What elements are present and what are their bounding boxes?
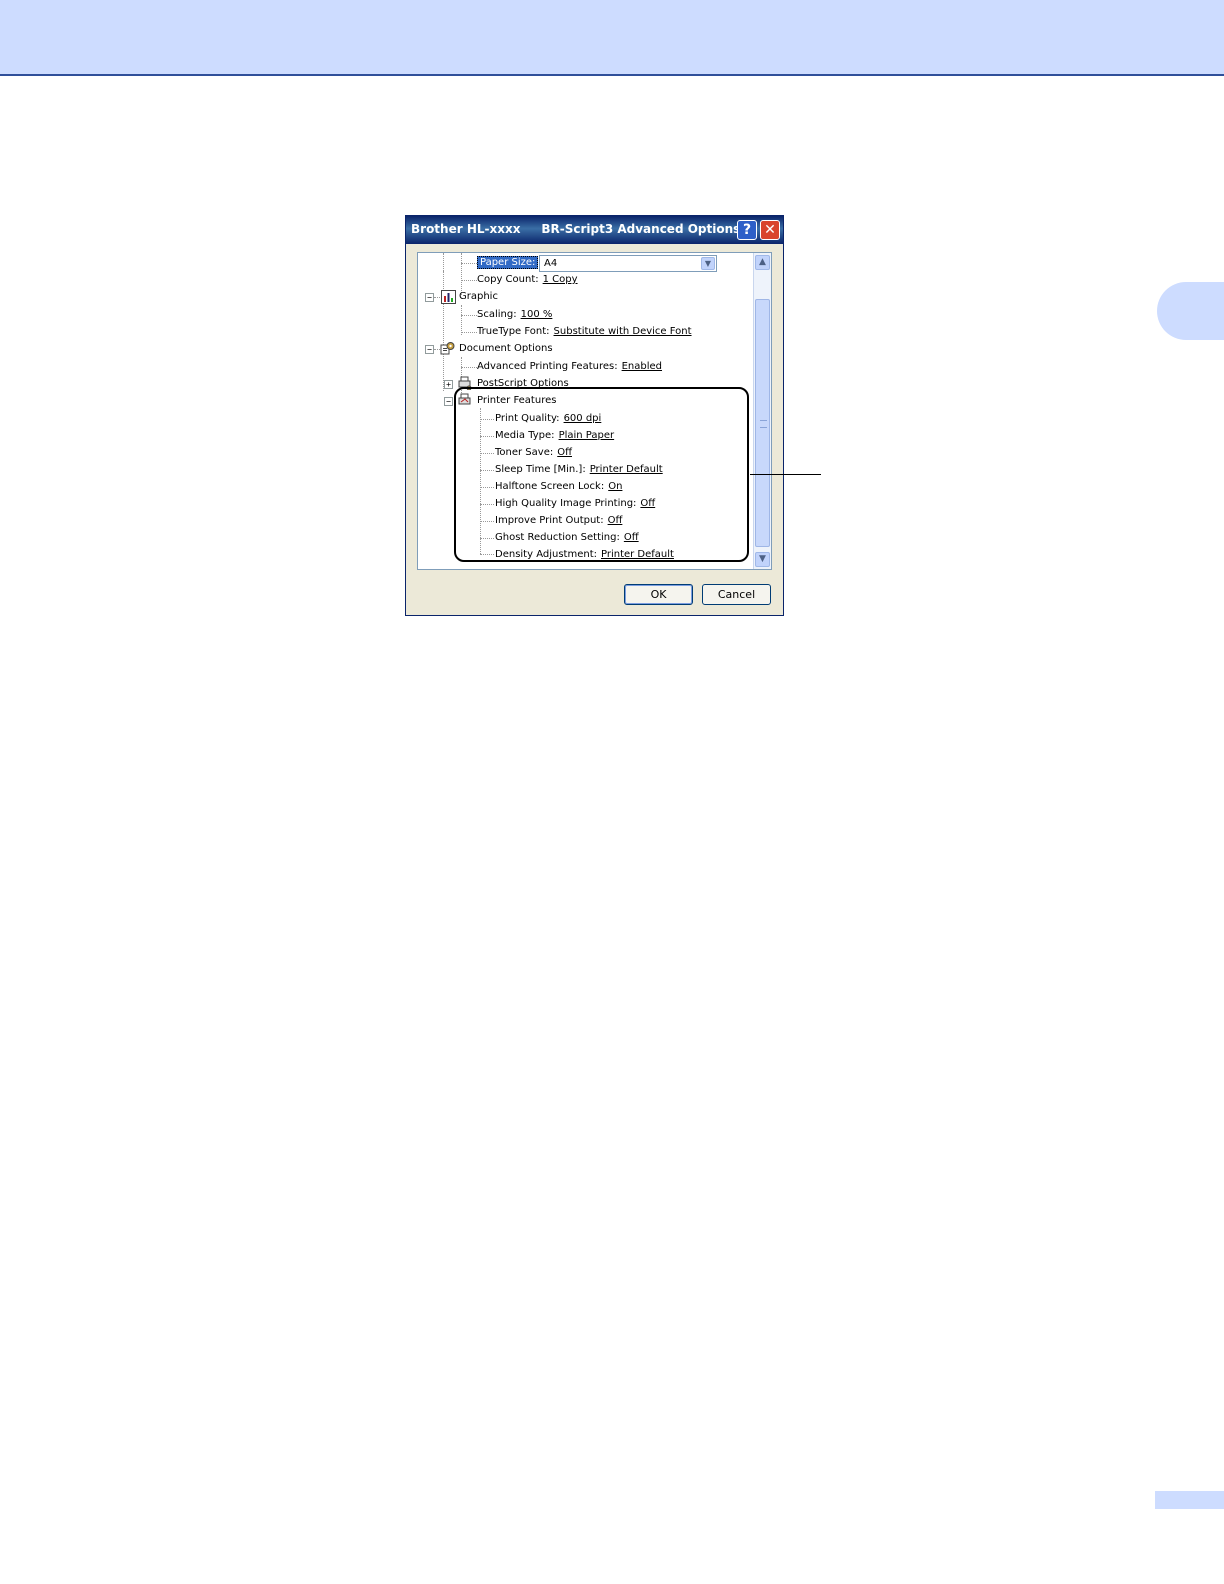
- help-button[interactable]: ?: [737, 220, 757, 240]
- feature-item-print-quality[interactable]: Print Quality: 600 dpi: [495, 410, 601, 427]
- tree-line: [480, 470, 494, 471]
- document-options-label: Document Options: [459, 343, 553, 354]
- paper-size-label[interactable]: Paper Size:: [477, 256, 539, 269]
- graphic-icon: [441, 290, 456, 304]
- chevron-down-icon[interactable]: ▼: [701, 257, 715, 270]
- close-button[interactable]: ✕: [760, 220, 780, 240]
- tree-line: [461, 305, 462, 335]
- postscript-label: PostScript Options: [477, 378, 569, 389]
- feature-label: Sleep Time [Min.]:: [495, 464, 586, 475]
- feature-item-improve-print-output[interactable]: Improve Print Output: Off: [495, 512, 622, 529]
- copy-count-value[interactable]: 1 Copy: [543, 274, 578, 285]
- feature-label: High Quality Image Printing:: [495, 498, 637, 509]
- expand-postscript-toggle[interactable]: +: [444, 380, 453, 389]
- tree-item-postscript-options[interactable]: PostScript Options: [477, 375, 569, 392]
- tree-line: [461, 280, 477, 281]
- feature-value[interactable]: 600 dpi: [564, 413, 602, 424]
- tree-line: [434, 297, 440, 298]
- feature-label: Density Adjustment:: [495, 549, 597, 560]
- postscript-options-icon: [458, 376, 472, 390]
- collapse-graphic-toggle[interactable]: −: [425, 293, 434, 302]
- tree-line: [443, 271, 444, 391]
- chapter-tab: [1157, 282, 1224, 340]
- advanced-options-dialog: Brother HL-xxxx BR-Script3 Advanced Opti…: [405, 215, 784, 616]
- page-number-tab: [1155, 1491, 1224, 1509]
- feature-value[interactable]: Printer Default: [601, 549, 674, 560]
- feature-item-sleep-time[interactable]: Sleep Time [Min.]: Printer Default: [495, 461, 663, 478]
- tree-line: [480, 487, 494, 488]
- feature-value[interactable]: Off: [640, 498, 655, 509]
- tree-line: [443, 253, 444, 271]
- feature-item-high-quality-image[interactable]: High Quality Image Printing: Off: [495, 495, 655, 512]
- collapse-document-options-toggle[interactable]: −: [425, 345, 434, 354]
- collapse-printer-features-toggle[interactable]: −: [444, 397, 453, 406]
- graphic-label: Graphic: [459, 291, 498, 302]
- tree-line: [480, 408, 481, 554]
- callout-leader-line: [750, 474, 821, 475]
- tree-line: [480, 436, 494, 437]
- tree-item-copy-count[interactable]: Copy Count: 1 Copy: [477, 271, 578, 288]
- options-tree[interactable]: Paper Size: A4 ▼ Copy Count: 1 Copy − Gra…: [417, 252, 772, 570]
- dialog-title: Brother HL-xxxx BR-Script3 Advanced Opti…: [411, 222, 741, 236]
- grip-icon: [760, 420, 767, 428]
- page-header-band: [0, 0, 1224, 76]
- ok-button[interactable]: OK: [624, 584, 693, 605]
- scroll-down-icon[interactable]: ▼: [755, 552, 770, 567]
- tree-line: [480, 419, 494, 420]
- feature-label: Toner Save:: [495, 447, 554, 458]
- tree-item-graphic[interactable]: Graphic: [459, 288, 498, 305]
- truetype-label: TrueType Font:: [477, 326, 550, 337]
- feature-item-halftone-screen-lock[interactable]: Halftone Screen Lock: On: [495, 478, 622, 495]
- tree-line: [461, 367, 477, 368]
- printer-features-icon: [458, 393, 471, 405]
- scrollbar-thumb[interactable]: [755, 299, 770, 547]
- tree-item-scaling[interactable]: Scaling: 100 %: [477, 306, 552, 323]
- tree-line: [480, 504, 494, 505]
- tree-item-truetype-font[interactable]: TrueType Font: Substitute with Device Fon…: [477, 323, 692, 340]
- truetype-value[interactable]: Substitute with Device Font: [554, 326, 692, 337]
- document-options-icon: [440, 342, 455, 355]
- tree-line: [480, 538, 494, 539]
- tree-line: [480, 521, 494, 522]
- vertical-scrollbar[interactable]: ▲ ▼: [753, 253, 771, 569]
- feature-value[interactable]: Plain Paper: [559, 430, 615, 441]
- feature-item-ghost-reduction[interactable]: Ghost Reduction Setting: Off: [495, 529, 639, 546]
- feature-label: Improve Print Output:: [495, 515, 604, 526]
- advanced-printing-label: Advanced Printing Features:: [477, 361, 618, 372]
- feature-value[interactable]: Printer Default: [590, 464, 663, 475]
- paper-size-value: A4: [544, 258, 558, 269]
- scaling-value[interactable]: 100 %: [521, 309, 553, 320]
- advanced-printing-value[interactable]: Enabled: [622, 361, 662, 372]
- tree-item-document-options[interactable]: Document Options: [459, 340, 553, 357]
- printer-features-label: Printer Features: [477, 395, 557, 406]
- feature-label: Media Type:: [495, 430, 555, 441]
- copy-count-label: Copy Count:: [477, 274, 539, 285]
- title-bar: Brother HL-xxxx BR-Script3 Advanced Opti…: [406, 216, 783, 244]
- paper-size-select[interactable]: A4 ▼: [539, 255, 717, 272]
- feature-label: Halftone Screen Lock:: [495, 481, 605, 492]
- tree-line: [461, 263, 477, 264]
- scaling-label: Scaling:: [477, 309, 517, 320]
- feature-value[interactable]: Off: [557, 447, 572, 458]
- tree-item-paper-size[interactable]: Paper Size:: [477, 254, 539, 271]
- feature-value[interactable]: Off: [624, 532, 639, 543]
- feature-item-density-adjustment[interactable]: Density Adjustment: Printer Default: [495, 546, 674, 563]
- feature-item-media-type[interactable]: Media Type: Plain Paper: [495, 427, 614, 444]
- feature-label: Ghost Reduction Setting:: [495, 532, 620, 543]
- cancel-button[interactable]: Cancel: [702, 584, 771, 605]
- feature-value[interactable]: Off: [608, 515, 623, 526]
- tree-line: [480, 453, 494, 454]
- feature-value[interactable]: On: [608, 481, 622, 492]
- tree-line: [480, 554, 494, 555]
- tree-item-advanced-printing[interactable]: Advanced Printing Features: Enabled: [477, 358, 662, 375]
- tree-line: [461, 315, 477, 316]
- feature-label: Print Quality:: [495, 413, 560, 424]
- tree-line: [461, 332, 477, 333]
- feature-item-toner-save[interactable]: Toner Save: Off: [495, 444, 572, 461]
- scroll-up-icon[interactable]: ▲: [755, 255, 770, 270]
- tree-item-printer-features[interactable]: Printer Features: [477, 392, 556, 409]
